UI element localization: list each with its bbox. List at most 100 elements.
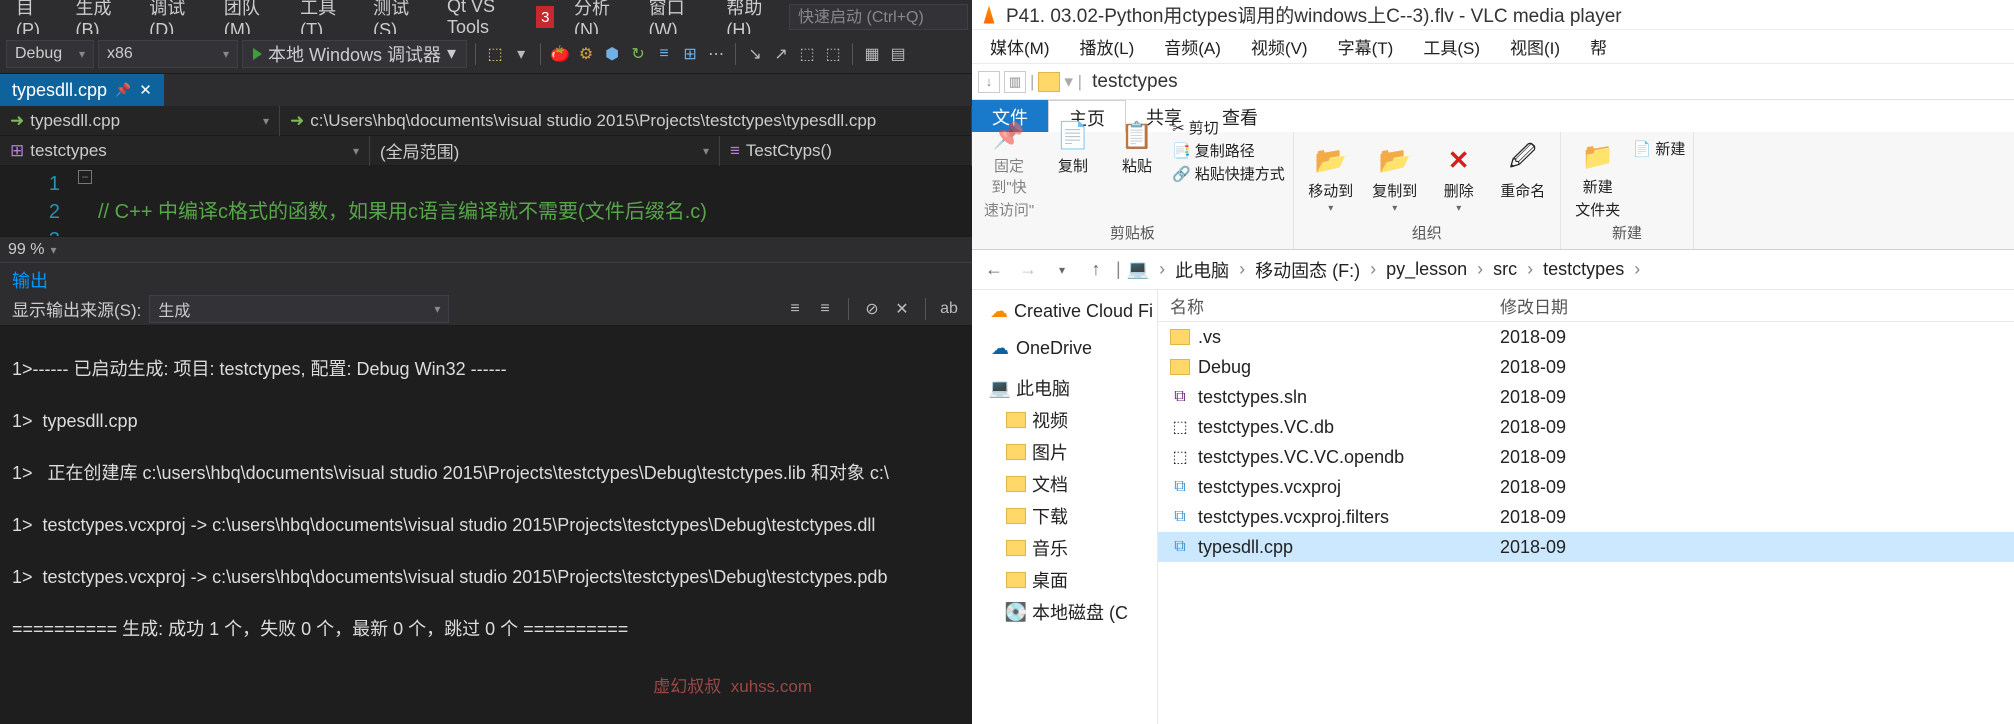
fold-toggle[interactable]: −	[78, 170, 92, 184]
chevron-down-icon: ▾	[353, 144, 359, 158]
explorer-tree[interactable]: ☁Creative Cloud Fi ☁OneDrive 💻此电脑 视频 图片 …	[972, 290, 1158, 724]
toolbar-icon[interactable]: ⊘	[861, 298, 883, 320]
tree-item[interactable]: 音乐	[976, 532, 1153, 564]
pin-quickaccess-button[interactable]: 📌 固定到"快 速访问"	[980, 117, 1038, 220]
nav-down-icon[interactable]: ↓	[978, 71, 1000, 93]
delete-button[interactable]: ✕删除▾	[1430, 142, 1488, 214]
cut-button[interactable]: ✂剪切	[1172, 117, 1285, 138]
close-icon[interactable]: ✕	[139, 81, 152, 99]
col-date[interactable]: 修改日期	[1488, 293, 2014, 318]
forward-button[interactable]: →	[1014, 256, 1042, 284]
toolbar-icon[interactable]: ↻	[627, 43, 649, 65]
toolbar-icon[interactable]: ≡	[814, 298, 836, 320]
menu-item[interactable]: 字幕(T)	[1324, 30, 1408, 63]
output-panel-title[interactable]: 输出	[0, 262, 972, 292]
tree-item[interactable]: 图片	[976, 436, 1153, 468]
toolbar-icon[interactable]: ab	[938, 298, 960, 320]
nav-function-label: TestCtyps()	[746, 141, 832, 161]
menu-item[interactable]: 音频(A)	[1150, 30, 1235, 63]
pin-icon[interactable]: 📌	[115, 82, 131, 98]
toolbar-icon[interactable]: ⊞	[679, 43, 701, 65]
list-row[interactable]: ⧉testctypes.sln2018-09	[1158, 382, 2014, 412]
moveto-button[interactable]: 📂移动到▾	[1302, 142, 1360, 214]
list-row[interactable]: ⧉testctypes.vcxproj.filters2018-09	[1158, 502, 2014, 532]
list-row[interactable]: .vs2018-09	[1158, 322, 2014, 352]
nav-file-right[interactable]: ➜ c:\Users\hbq\documents\visual studio 2…	[280, 106, 972, 136]
back-button[interactable]: ←	[980, 256, 1008, 284]
output-body[interactable]: 1>------ 已启动生成: 项目: testctypes, 配置: Debu…	[0, 326, 972, 724]
up-button[interactable]: ↑	[1082, 256, 1110, 284]
copy-button[interactable]: 📄 复制	[1044, 117, 1102, 176]
menu-item[interactable]: 媒体(M)	[976, 30, 1063, 63]
notification-badge[interactable]: 3	[536, 6, 554, 28]
quick-launch-input[interactable]: 快速启动 (Ctrl+Q)	[789, 4, 968, 30]
col-name[interactable]: 名称	[1158, 293, 1488, 318]
chevron-down-icon[interactable]: ▾	[50, 243, 56, 257]
breadcrumb-item[interactable]: py_lesson	[1386, 259, 1467, 280]
toolbar-icon[interactable]: ⬚	[796, 43, 818, 65]
tree-item[interactable]: 视频	[976, 404, 1153, 436]
pasteshortcut-button[interactable]: 🔗粘贴快捷方式	[1172, 163, 1285, 184]
paste-button[interactable]: 📋 粘贴	[1108, 117, 1166, 176]
file-icon: ⧉	[1170, 387, 1190, 407]
toolbar-icon[interactable]: ↘	[744, 43, 766, 65]
toolbar-icon[interactable]: ⚙	[575, 43, 597, 65]
toolbar-icon[interactable]: ⬚	[484, 43, 506, 65]
toolbar-icon[interactable]: ≡	[653, 43, 675, 65]
copyto-button[interactable]: 📂复制到▾	[1366, 142, 1424, 214]
nav-function[interactable]: ≡ TestCtyps()	[720, 136, 972, 166]
nav-file-left[interactable]: ➜ typesdll.cpp ▾	[0, 106, 280, 136]
tree-item[interactable]: 桌面	[976, 564, 1153, 596]
breadcrumb-item[interactable]: src	[1493, 259, 1517, 280]
pc-icon: 💻	[990, 379, 1010, 397]
zoom-bar: 99 % ▾	[0, 236, 972, 262]
toolbar-icon[interactable]: ▤	[887, 43, 909, 65]
copypath-button[interactable]: 📑复制路径	[1172, 140, 1285, 161]
menu-item[interactable]: 视图(I)	[1496, 30, 1574, 63]
recent-dropdown[interactable]: ▾	[1048, 256, 1076, 284]
list-row[interactable]: ⧉testctypes.vcxproj2018-09	[1158, 472, 2014, 502]
address-text[interactable]: testctypes	[1086, 71, 2008, 93]
list-row[interactable]: ⬚testctypes.VC.VC.opendb2018-09	[1158, 442, 2014, 472]
breadcrumb-item[interactable]: 移动固态 (F:)	[1255, 257, 1360, 283]
menu-item[interactable]: 工具(S)	[1409, 30, 1494, 63]
zoom-value[interactable]: 99 %	[8, 241, 44, 259]
toolbar-icon[interactable]: ▾	[510, 43, 532, 65]
list-row[interactable]: ⧉typesdll.cpp2018-09	[1158, 532, 2014, 562]
tree-item[interactable]: ☁Creative Cloud Fi	[976, 298, 1153, 325]
toolbar-icon[interactable]: ⋯	[705, 43, 727, 65]
output-source-dropdown[interactable]: 生成 ▾	[149, 295, 449, 323]
list-row[interactable]: Debug2018-09	[1158, 352, 2014, 382]
toolbar-icon[interactable]: ✕	[891, 298, 913, 320]
config-dropdown[interactable]: Debug▾	[6, 40, 94, 68]
menu-item[interactable]: 帮	[1576, 30, 1621, 63]
nav-icon[interactable]: ▥	[1004, 71, 1026, 93]
menu-item[interactable]: 播放(L)	[1065, 30, 1148, 63]
toolbar-icon[interactable]: 🍅	[549, 43, 571, 65]
nav-path-label: c:\Users\hbq\documents\visual studio 201…	[310, 111, 876, 131]
code-editor[interactable]: 1234567 − − // C++ 中编译c格式的函数，如果用c语言编译就不需…	[0, 166, 972, 236]
breadcrumb-item[interactable]: testctypes	[1543, 259, 1624, 280]
start-debug-button[interactable]: 本地 Windows 调试器 ▾	[242, 40, 467, 68]
toolbar-icon[interactable]: ⬢	[601, 43, 623, 65]
tree-item[interactable]: ☁OneDrive	[976, 335, 1153, 362]
pin-icon: 📌	[991, 117, 1027, 153]
menu-item[interactable]: 视频(V)	[1237, 30, 1322, 63]
toolbar-icon[interactable]: ⬚	[822, 43, 844, 65]
toolbar-icon[interactable]: ↗	[770, 43, 792, 65]
toolbar-icon[interactable]: ≡	[784, 298, 806, 320]
tree-item[interactable]: 下载	[976, 500, 1153, 532]
breadcrumb-item[interactable]: 此电脑	[1175, 257, 1229, 283]
newitem-button[interactable]: 📄新建	[1633, 138, 1686, 159]
list-row[interactable]: ⬚testctypes.VC.db2018-09	[1158, 412, 2014, 442]
document-tab[interactable]: typesdll.cpp 📌 ✕	[0, 74, 164, 106]
nav-scope[interactable]: (全局范围) ▾	[370, 136, 720, 166]
toolbar-icon[interactable]: ▦	[861, 43, 883, 65]
tree-item[interactable]: 文档	[976, 468, 1153, 500]
nav-project[interactable]: ⊞ testctypes ▾	[0, 136, 370, 166]
tree-item[interactable]: 💻此电脑	[976, 372, 1153, 404]
tree-item[interactable]: 💽本地磁盘 (C	[976, 596, 1153, 628]
newfolder-button[interactable]: 📁新建文件夹	[1569, 138, 1627, 220]
rename-button[interactable]: 🖉重命名	[1494, 142, 1552, 201]
platform-dropdown[interactable]: x86▾	[98, 40, 238, 68]
